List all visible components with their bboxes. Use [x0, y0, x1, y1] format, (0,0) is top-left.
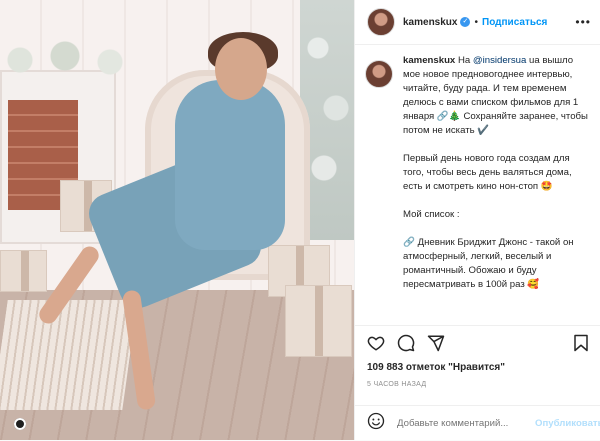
heart-icon[interactable]	[367, 334, 385, 356]
caption-author-avatar[interactable]	[365, 60, 393, 88]
caption-paragraph: Мой список :	[403, 209, 460, 220]
comment-input[interactable]	[395, 417, 531, 430]
photo-face	[215, 38, 267, 100]
instagram-post-view: kamenskux ✓ • Подписаться ••• kamenskux …	[0, 0, 600, 440]
caption-username[interactable]: kamenskux	[403, 55, 455, 66]
share-icon[interactable]	[427, 334, 445, 356]
post-photo[interactable]	[0, 0, 354, 440]
emoji-icon[interactable]	[367, 412, 385, 435]
separator-dot: •	[474, 16, 478, 28]
verified-badge-icon: ✓	[460, 17, 471, 27]
action-bar	[355, 325, 600, 360]
post-header: kamenskux ✓ • Подписаться •••	[355, 0, 600, 45]
likes-count[interactable]: 109 883 отметок "Нравится"	[367, 362, 505, 373]
author-avatar[interactable]	[367, 8, 395, 36]
photo-gift-box	[0, 250, 47, 292]
photo-rug	[0, 300, 138, 410]
post-sidebar: kamenskux ✓ • Подписаться ••• kamenskux …	[354, 0, 600, 440]
caption-text-part: ua вышло мое новое предновогоднее интерв…	[403, 55, 588, 136]
mention-link[interactable]: @insidersua	[473, 55, 526, 66]
caption-paragraph: kamenskux На @insidersua ua вышло мое но…	[403, 54, 591, 138]
caption-paragraph: 🔗 Дневник Бриджит Джонс - такой он атмос…	[403, 237, 574, 290]
caption-text: kamenskux На @insidersua ua вышло мое но…	[403, 54, 591, 306]
photo-gift-box	[285, 285, 352, 357]
more-options-icon[interactable]: •••	[575, 15, 591, 29]
bookmark-icon[interactable]	[573, 334, 589, 356]
add-comment-bar: Опубликовать	[355, 405, 600, 441]
post-timestamp[interactable]: 5 ЧАСОВ НАЗАД	[367, 381, 426, 388]
tagged-users-icon[interactable]	[14, 418, 26, 430]
author-username[interactable]: kamenskux	[403, 17, 457, 28]
follow-button[interactable]: Подписаться	[482, 17, 547, 28]
photo-dress-top	[175, 80, 285, 250]
caption-paragraph: Первый день нового года создам для того,…	[403, 153, 572, 192]
comments-area[interactable]: kamenskux На @insidersua ua вышло мое но…	[355, 44, 600, 324]
caption-text-part: На	[457, 55, 473, 66]
comment-icon[interactable]	[397, 334, 415, 356]
caption: kamenskux На @insidersua ua вышло мое но…	[355, 44, 600, 306]
publish-button[interactable]: Опубликовать	[535, 418, 600, 429]
photo-garland	[0, 40, 140, 80]
